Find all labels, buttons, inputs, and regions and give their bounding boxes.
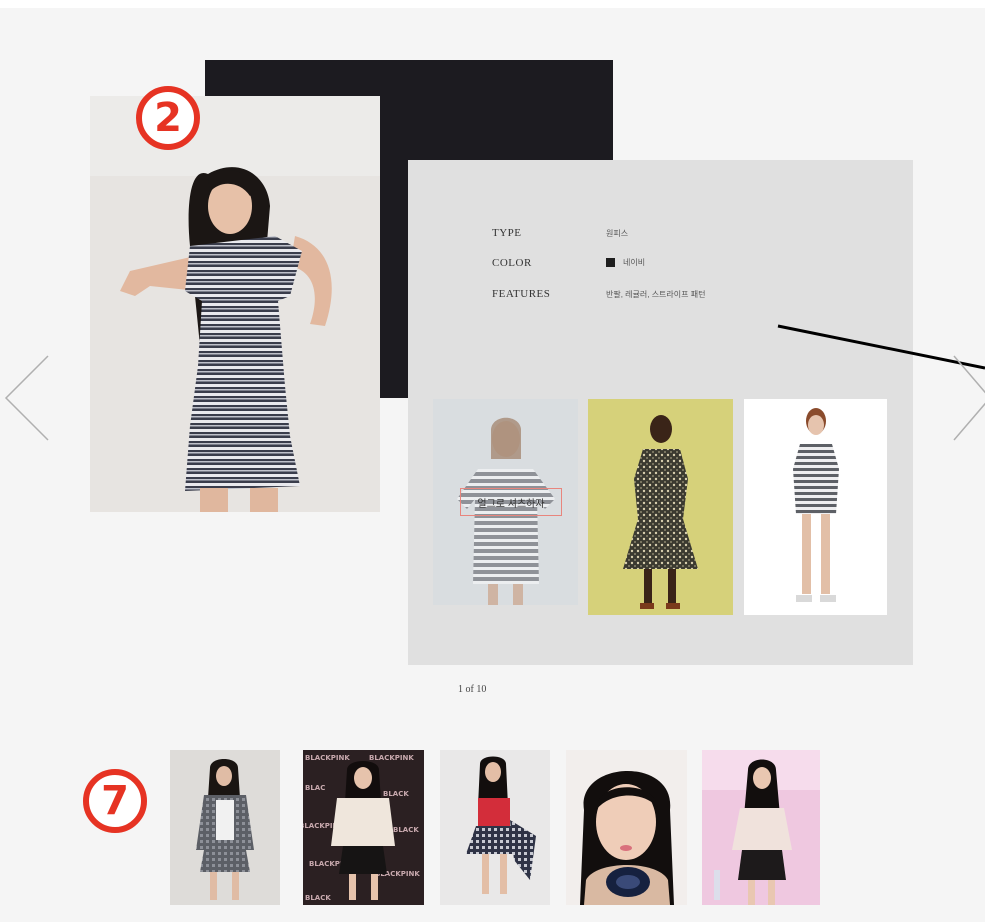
banner-text-4: BLACK [383, 790, 409, 798]
chevron-right-icon [953, 355, 985, 441]
spec-features-label: FEATURES [492, 288, 551, 300]
main-outfit-photo[interactable] [90, 96, 380, 512]
banner-text-2: BLACKPINK [369, 754, 414, 762]
thumbnail-2-photo: BLACKPINK BLACKPINK BLAC BLACK BLACKPINK… [303, 750, 424, 905]
thumbnail-3-photo [440, 750, 550, 905]
next-arrow-button[interactable] [950, 350, 985, 450]
similar-item-2-photo [588, 399, 733, 615]
pager-indicator: 1 of 10 [458, 684, 487, 695]
spec-color-text: 네이비 [623, 258, 646, 267]
thumbnail-1[interactable] [170, 750, 280, 905]
thumbnail-4[interactable] [566, 750, 687, 905]
spec-color-label: COLOR [492, 257, 532, 269]
similar-item-2[interactable] [588, 399, 733, 615]
main-outfit-illustration [90, 96, 380, 512]
spec-type-label: TYPE [492, 227, 522, 239]
similar-item-3-photo [744, 399, 887, 615]
thumbnail-3[interactable] [440, 750, 550, 905]
spec-type-value: 원피스 [606, 229, 629, 238]
product-tag-label[interactable]: 얼그로 셔츠하자 [460, 488, 562, 516]
similar-item-3[interactable] [744, 399, 887, 615]
banner-text-3: BLAC [305, 784, 325, 792]
spec-color-value: 네이비 [606, 257, 645, 268]
banner-text-9: BLACK [305, 894, 331, 902]
annotation-marker-2: 2 [136, 86, 200, 150]
thumbnail-2[interactable]: BLACKPINK BLACKPINK BLAC BLACK BLACKPINK… [303, 750, 424, 905]
previous-arrow-button[interactable] [2, 350, 52, 450]
banner-text-1: BLACKPINK [305, 754, 350, 762]
chevron-left-icon [4, 355, 49, 441]
banner-text-6: BLACK [393, 826, 419, 834]
thumbnail-5-photo [702, 750, 820, 905]
spec-features-value: 반팔, 레귤러, 스트라이프 패턴 [606, 290, 706, 299]
thumbnail-5[interactable] [702, 750, 820, 905]
thumbnail-1-photo [170, 750, 280, 905]
annotation-marker-7: 7 [83, 769, 147, 833]
color-swatch [606, 258, 615, 268]
thumbnail-4-photo [566, 750, 687, 905]
